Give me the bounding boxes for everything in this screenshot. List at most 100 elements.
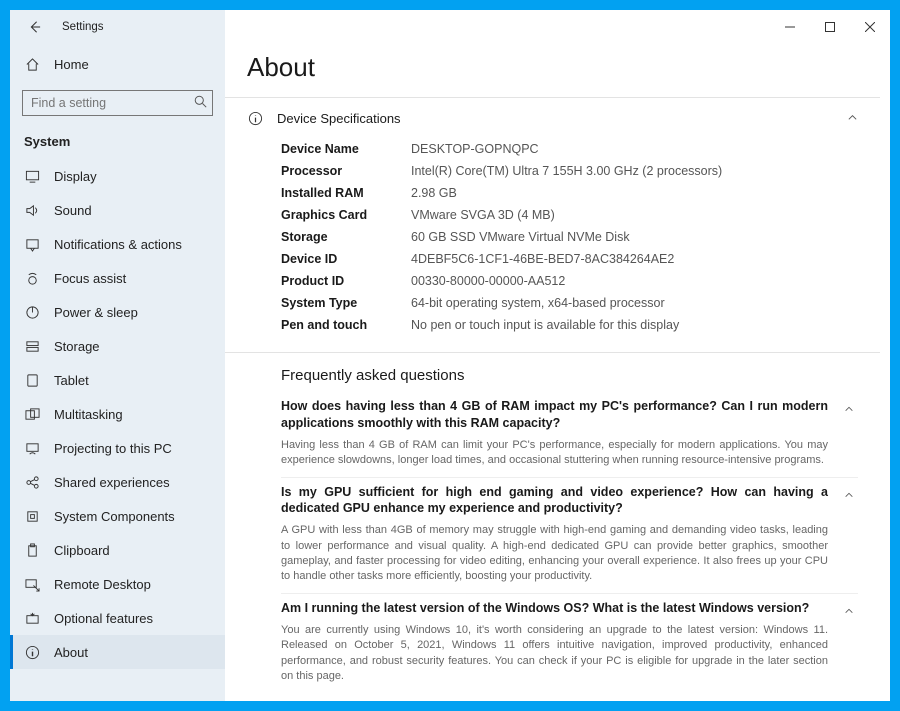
sidebar-item-label: Shared experiences bbox=[54, 475, 170, 490]
sound-icon bbox=[24, 202, 40, 218]
maximize-button[interactable] bbox=[810, 13, 850, 41]
sidebar-item-label: Display bbox=[54, 169, 97, 184]
back-button[interactable] bbox=[24, 17, 44, 37]
spec-label: Graphics Card bbox=[281, 206, 411, 224]
spec-row: Device NameDESKTOP-GOPNQPC bbox=[281, 138, 858, 160]
faq-answer: Having less than 4 GB of RAM can limit y… bbox=[281, 438, 828, 469]
info-icon bbox=[247, 110, 263, 126]
spec-value: No pen or touch input is available for t… bbox=[411, 316, 679, 334]
sidebar-item-tablet[interactable]: Tablet bbox=[10, 363, 225, 397]
maximize-icon bbox=[825, 22, 835, 32]
faq-section-title: Frequently asked questions bbox=[225, 353, 880, 392]
sidebar-item-label: Multitasking bbox=[54, 407, 123, 422]
clipboard-icon bbox=[24, 542, 40, 558]
spec-value: 60 GB SSD VMware Virtual NVMe Disk bbox=[411, 228, 630, 246]
sidebar-item-label: About bbox=[54, 645, 88, 660]
sidebar-item-label: System Components bbox=[54, 509, 175, 524]
spec-label: Device Name bbox=[281, 140, 411, 158]
sidebar-item-label: Notifications & actions bbox=[54, 237, 182, 252]
notifications-icon bbox=[24, 236, 40, 252]
faq-question: Is my GPU sufficient for high end gaming… bbox=[281, 484, 828, 518]
settings-window: Settings Home System Display bbox=[10, 10, 890, 701]
spec-label: Processor bbox=[281, 162, 411, 180]
sidebar-item-label: Clipboard bbox=[54, 543, 110, 558]
spec-label: Storage bbox=[281, 228, 411, 246]
faq-item[interactable]: Am I running the latest version of the W… bbox=[281, 593, 858, 692]
spec-label: System Type bbox=[281, 294, 411, 312]
search-input[interactable] bbox=[22, 90, 213, 116]
chevron-up-icon bbox=[844, 402, 854, 417]
sidebar-item-display[interactable]: Display bbox=[10, 159, 225, 193]
sidebar: Home System Display Sound Notifications … bbox=[10, 10, 225, 701]
spec-label: Product ID bbox=[281, 272, 411, 290]
chevron-up-icon bbox=[844, 488, 854, 503]
sidebar-item-clipboard[interactable]: Clipboard bbox=[10, 533, 225, 567]
sidebar-item-label: Remote Desktop bbox=[54, 577, 151, 592]
faq-item[interactable]: How does having less than 4 GB of RAM im… bbox=[281, 392, 858, 477]
arrow-left-icon bbox=[27, 20, 41, 34]
spec-row: Pen and touchNo pen or touch input is av… bbox=[281, 314, 858, 336]
home-nav-item[interactable]: Home bbox=[10, 44, 225, 84]
faq-item[interactable]: Is my GPU sufficient for high end gaming… bbox=[281, 477, 858, 593]
shared-icon bbox=[24, 474, 40, 490]
sidebar-item-about[interactable]: About bbox=[10, 635, 225, 669]
spec-row: Installed RAM2.98 GB bbox=[281, 182, 858, 204]
spec-value: 00330-80000-00000-AA512 bbox=[411, 272, 565, 290]
close-button[interactable] bbox=[850, 13, 890, 41]
spec-value: DESKTOP-GOPNQPC bbox=[411, 140, 539, 158]
spec-row: Product ID00330-80000-00000-AA512 bbox=[281, 270, 858, 292]
section-title: Device Specifications bbox=[277, 111, 833, 126]
sidebar-item-optional[interactable]: Optional features bbox=[10, 601, 225, 635]
sidebar-item-power[interactable]: Power & sleep bbox=[10, 295, 225, 329]
spec-row: ProcessorIntel(R) Core(TM) Ultra 7 155H … bbox=[281, 160, 858, 182]
sidebar-item-label: Projecting to this PC bbox=[54, 441, 172, 456]
page-title: About bbox=[225, 44, 890, 97]
focus-icon bbox=[24, 270, 40, 286]
content-scroll[interactable]: Device Specifications Device NameDESKTOP… bbox=[225, 97, 890, 701]
nav-list: Display Sound Notifications & actions Fo… bbox=[10, 159, 225, 701]
spec-value: 64-bit operating system, x64-based proce… bbox=[411, 294, 665, 312]
titlebar: Settings bbox=[10, 10, 890, 44]
sidebar-item-components[interactable]: System Components bbox=[10, 499, 225, 533]
device-specs-section: Device Specifications Device NameDESKTOP… bbox=[225, 97, 880, 352]
spec-value: VMware SVGA 3D (4 MB) bbox=[411, 206, 555, 224]
minimize-button[interactable] bbox=[770, 13, 810, 41]
faq-question: How does having less than 4 GB of RAM im… bbox=[281, 398, 828, 432]
sidebar-item-focus-assist[interactable]: Focus assist bbox=[10, 261, 225, 295]
home-label: Home bbox=[54, 57, 89, 72]
faq-answer: A GPU with less than 4GB of memory may s… bbox=[281, 523, 828, 585]
spec-label: Installed RAM bbox=[281, 184, 411, 202]
minimize-icon bbox=[785, 22, 795, 32]
spec-row: System Type64-bit operating system, x64-… bbox=[281, 292, 858, 314]
sidebar-item-label: Power & sleep bbox=[54, 305, 138, 320]
spec-row: Device ID4DEBF5C6-1CF1-46BE-BED7-8AC3842… bbox=[281, 248, 858, 270]
spec-value: 2.98 GB bbox=[411, 184, 457, 202]
projecting-icon bbox=[24, 440, 40, 456]
system-section-label: System bbox=[10, 126, 225, 159]
sidebar-item-storage[interactable]: Storage bbox=[10, 329, 225, 363]
close-icon bbox=[865, 22, 875, 32]
window-title: Settings bbox=[62, 21, 104, 33]
spec-label: Device ID bbox=[281, 250, 411, 268]
sidebar-item-shared[interactable]: Shared experiences bbox=[10, 465, 225, 499]
optional-icon bbox=[24, 610, 40, 626]
sidebar-item-multitasking[interactable]: Multitasking bbox=[10, 397, 225, 431]
spec-value: Intel(R) Core(TM) Ultra 7 155H 3.00 GHz … bbox=[411, 162, 722, 180]
sidebar-item-notifications[interactable]: Notifications & actions bbox=[10, 227, 225, 261]
sidebar-item-sound[interactable]: Sound bbox=[10, 193, 225, 227]
search-icon bbox=[194, 95, 207, 111]
storage-icon bbox=[24, 338, 40, 354]
spec-row: Graphics CardVMware SVGA 3D (4 MB) bbox=[281, 204, 858, 226]
sidebar-item-projecting[interactable]: Projecting to this PC bbox=[10, 431, 225, 465]
chevron-up-icon bbox=[847, 111, 858, 126]
sidebar-item-label: Tablet bbox=[54, 373, 89, 388]
sidebar-item-label: Storage bbox=[54, 339, 100, 354]
main-content: About Device Specifications Device NameD… bbox=[225, 10, 890, 701]
search-wrap bbox=[10, 84, 225, 126]
device-specs-header[interactable]: Device Specifications bbox=[225, 98, 880, 138]
sidebar-item-remote[interactable]: Remote Desktop bbox=[10, 567, 225, 601]
multitasking-icon bbox=[24, 406, 40, 422]
sidebar-item-label: Sound bbox=[54, 203, 92, 218]
chevron-up-icon bbox=[844, 604, 854, 619]
window-controls bbox=[770, 13, 890, 41]
